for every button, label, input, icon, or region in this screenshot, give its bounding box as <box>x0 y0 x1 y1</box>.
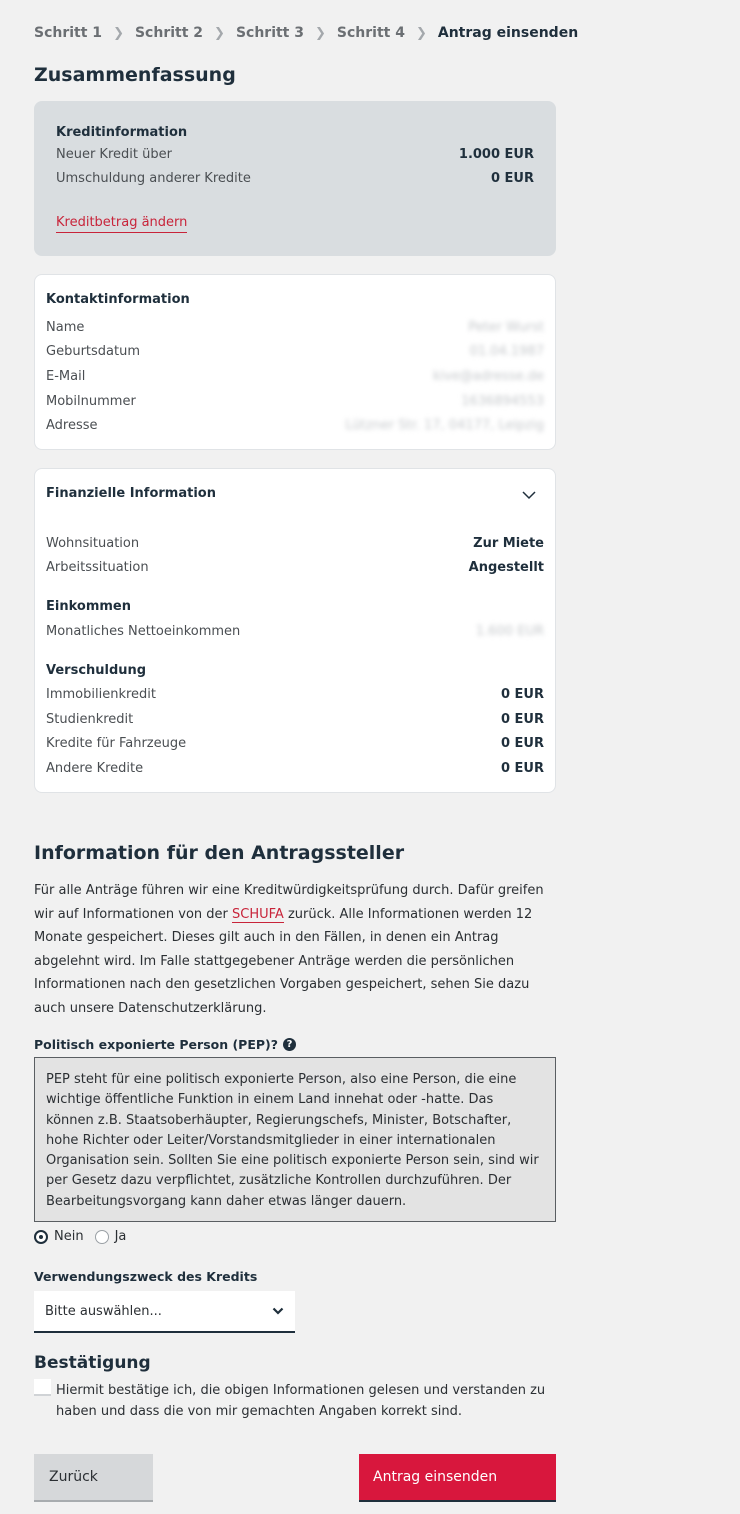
chevron-right-icon: ❯ <box>415 25 427 41</box>
financial-row: Arbeitssituation Angestellt <box>46 560 544 575</box>
financial-row-label: Arbeitssituation <box>46 560 149 575</box>
breadcrumb: Schritt 1 ❯ Schritt 2 ❯ Schritt 3 ❯ Schr… <box>34 25 578 41</box>
pep-label: Politisch exponierte Person (PEP)? ? <box>34 1037 297 1052</box>
chevron-right-icon: ❯ <box>214 25 225 41</box>
chevron-right-icon: ❯ <box>113 25 124 41</box>
income-row: Monatliches Nettoeinkommen 1.600 EUR <box>46 624 544 639</box>
purpose-select-value: Bitte auswählen... <box>45 1303 162 1319</box>
income-title: Einkommen <box>46 599 131 614</box>
contact-row-value: kive@adresse.de <box>432 369 544 384</box>
contact-row-value: 01.04.1987 <box>469 344 544 359</box>
debt-title: Verschuldung <box>46 663 147 678</box>
debt-row-label: Andere Kredite <box>46 761 144 776</box>
purpose-select[interactable]: Bitte auswählen... <box>34 1291 295 1333</box>
breadcrumb-step-4[interactable]: Schritt 4 <box>337 25 405 41</box>
credit-row: Umschuldung anderer Kredite 0 EUR <box>56 171 534 186</box>
breadcrumb-step-3[interactable]: Schritt 3 <box>236 25 304 41</box>
debt-row: Studienkredit 0 EUR <box>46 712 544 727</box>
chevron-down-icon[interactable] <box>521 487 537 503</box>
debt-row: Kredite für Fahrzeuge 0 EUR <box>46 736 544 751</box>
chevron-right-icon: ❯ <box>315 25 326 41</box>
debt-row-value: 0 EUR <box>500 736 544 751</box>
contact-row-value: Lützner Str. 17, 04177, Leipzig <box>345 418 544 433</box>
contact-row-value: Peter Wurst <box>468 320 544 335</box>
contact-row: Mobilnummer 1636894553 <box>46 394 544 409</box>
confirmation-checkbox[interactable] <box>34 1379 51 1396</box>
radio-unchecked-icon[interactable] <box>94 1229 109 1244</box>
credit-row-value: 0 EUR <box>490 171 534 186</box>
contact-row-label: Adresse <box>46 418 98 433</box>
credit-row-label: Neuer Kredit über <box>56 147 172 162</box>
change-credit-amount-link[interactable]: Kreditbetrag ändern <box>56 215 188 233</box>
summary-title: Zusammenfassung <box>34 64 236 86</box>
confirmation-title: Bestätigung <box>34 1353 151 1373</box>
contact-info-title: Kontaktinformation <box>46 292 190 307</box>
contact-row-value: 1636894553 <box>461 394 544 409</box>
financial-row-label: Wohnsituation <box>46 536 140 551</box>
contact-row: Adresse Lützner Str. 17, 04177, Leipzig <box>46 418 544 433</box>
contact-row: E-Mail kive@adresse.de <box>46 369 544 384</box>
credit-row: Neuer Kredit über 1.000 EUR <box>56 147 534 162</box>
chevron-down-icon <box>272 1307 284 1315</box>
breadcrumb-step-1[interactable]: Schritt 1 <box>34 25 102 41</box>
back-button[interactable]: Zurück <box>34 1454 153 1502</box>
contact-row: Geburtsdatum 01.04.1987 <box>46 344 544 359</box>
pep-radio-no-label: Nein <box>54 1229 84 1244</box>
financial-row-value: Zur Miete <box>473 536 544 551</box>
submit-application-button[interactable]: Antrag einsenden <box>359 1454 556 1502</box>
pep-radio-no[interactable]: Nein <box>34 1229 84 1244</box>
debt-row-value: 0 EUR <box>500 712 544 727</box>
breadcrumb-step-2[interactable]: Schritt 2 <box>135 25 203 41</box>
financial-info-title[interactable]: Finanzielle Information <box>46 486 216 501</box>
contact-row-label: Name <box>46 320 85 335</box>
contact-row: Name Peter Wurst <box>46 320 544 335</box>
contact-row-label: E-Mail <box>46 369 86 384</box>
financial-row: Wohnsituation Zur Miete <box>46 536 544 551</box>
pep-radio-yes-label: Ja <box>114 1229 127 1244</box>
applicant-info-title: Information für den Antragssteller <box>34 842 405 864</box>
credit-info-title: Kreditinformation <box>56 125 188 140</box>
pep-radio-group: Nein Ja <box>34 1229 137 1244</box>
breadcrumb-current: Antrag einsenden <box>437 25 579 41</box>
debt-row-value: 0 EUR <box>500 687 544 702</box>
financial-info-card: Finanzielle Information Wohnsituation Zu… <box>34 468 556 793</box>
debt-row-label: Immobilienkredit <box>46 687 156 702</box>
pep-label-text: Politisch exponierte Person (PEP)? <box>34 1037 279 1052</box>
purpose-label: Verwendungszweck des Kredits <box>34 1269 258 1284</box>
schufa-link[interactable]: SCHUFA <box>232 906 284 923</box>
applicant-info-text: Für alle Anträge führen wir eine Kreditw… <box>34 879 554 1020</box>
page: Schritt 1 ❯ Schritt 2 ❯ Schritt 3 ❯ Schr… <box>0 0 740 1514</box>
debt-row-label: Studienkredit <box>46 712 134 727</box>
contact-info-card: Kontaktinformation Name Peter Wurst Gebu… <box>34 274 556 450</box>
contact-row-label: Mobilnummer <box>46 394 136 409</box>
pep-info-box: PEP steht für eine politisch exponierte … <box>34 1057 556 1222</box>
radio-checked-icon[interactable] <box>34 1229 48 1244</box>
contact-row-label: Geburtsdatum <box>46 344 140 359</box>
credit-info-card: Kreditinformation Neuer Kredit über 1.00… <box>34 101 556 256</box>
income-row-label: Monatliches Nettoeinkommen <box>46 624 241 639</box>
help-icon[interactable]: ? <box>283 1038 297 1051</box>
confirmation-text: Hiermit bestätige ich, die obigen Inform… <box>56 1383 546 1419</box>
debt-row: Immobilienkredit 0 EUR <box>46 687 544 702</box>
debt-row-label: Kredite für Fahrzeuge <box>46 736 187 751</box>
income-row-value: 1.600 EUR <box>475 624 544 639</box>
credit-row-value: 1.000 EUR <box>458 147 534 162</box>
debt-row-value: 0 EUR <box>500 761 544 776</box>
debt-row: Andere Kredite 0 EUR <box>46 761 544 776</box>
credit-row-label: Umschuldung anderer Kredite <box>56 171 251 186</box>
financial-row-value: Angestellt <box>468 560 544 575</box>
pep-radio-yes[interactable]: Ja <box>94 1229 127 1244</box>
